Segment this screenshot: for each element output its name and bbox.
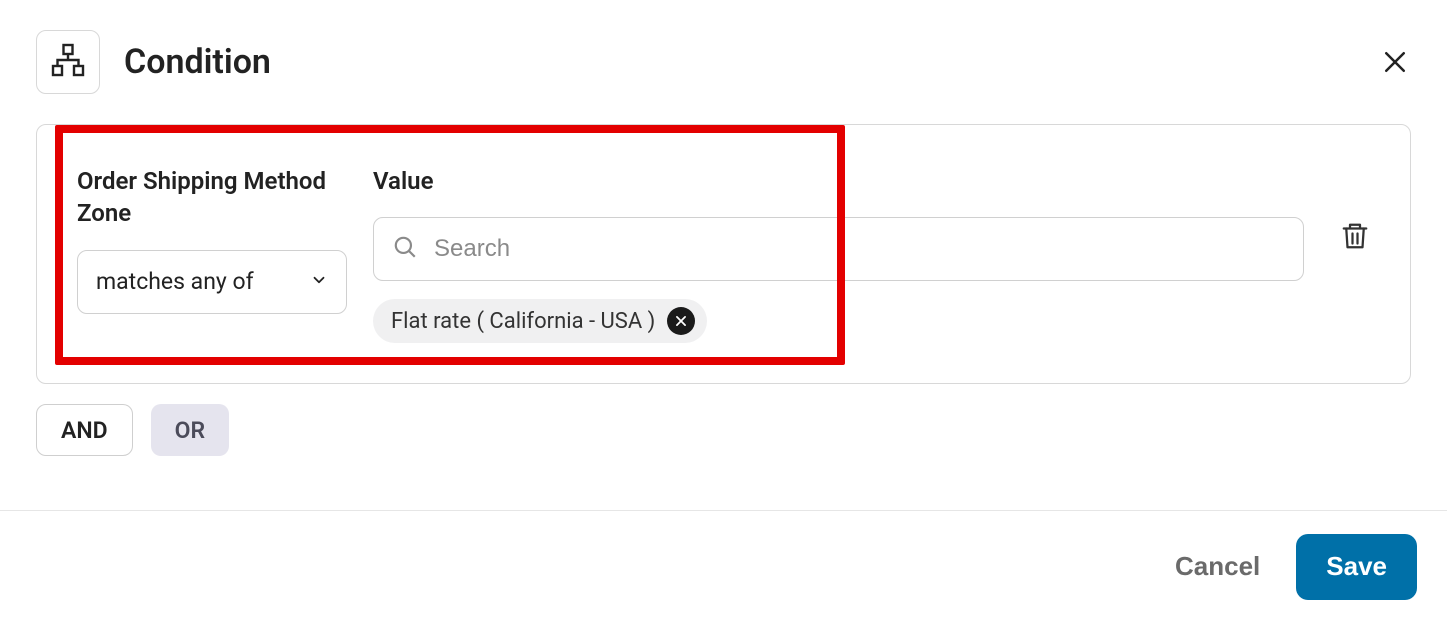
logic-or-label: OR <box>175 417 205 444</box>
cancel-button[interactable]: Cancel <box>1169 550 1266 583</box>
logic-or-button[interactable]: OR <box>151 404 229 456</box>
close-icon <box>674 309 688 334</box>
operator-selected-text: matches any of <box>96 268 254 295</box>
save-button[interactable]: Save <box>1296 534 1417 600</box>
dialog-footer: Cancel Save <box>0 510 1447 622</box>
chip-remove-button[interactable] <box>667 307 695 335</box>
value-chip-label: Flat rate ( California - USA ) <box>391 309 655 334</box>
dialog-body: Order Shipping Method Zone matches any o… <box>0 114 1447 510</box>
trash-icon <box>1340 236 1370 255</box>
logic-and-button[interactable]: AND <box>36 404 133 456</box>
dialog-header: Condition <box>0 0 1447 114</box>
field-column: Order Shipping Method Zone matches any o… <box>77 165 347 314</box>
cancel-label: Cancel <box>1175 551 1260 581</box>
condition-row: Order Shipping Method Zone matches any o… <box>36 124 1411 384</box>
value-search-box[interactable] <box>373 217 1304 281</box>
value-search-input[interactable] <box>432 218 1285 280</box>
logic-row: AND OR <box>36 404 1411 456</box>
delete-condition-button[interactable] <box>1340 221 1370 255</box>
logic-and-label: AND <box>61 417 108 444</box>
sitemap-icon <box>50 42 86 82</box>
close-icon <box>1380 47 1410 81</box>
chevron-down-icon <box>310 268 328 295</box>
condition-icon-box <box>36 30 100 94</box>
value-column: Value Flat rate ( California - USA ) <box>373 165 1304 343</box>
value-chip-row: Flat rate ( California - USA ) <box>373 299 1304 343</box>
dialog-title: Condition <box>124 42 271 82</box>
operator-select[interactable]: matches any of <box>77 250 347 314</box>
value-label: Value <box>373 165 1304 197</box>
close-button[interactable] <box>1379 48 1411 80</box>
save-label: Save <box>1326 551 1387 581</box>
value-chip: Flat rate ( California - USA ) <box>373 299 707 343</box>
condition-dialog: Condition Order Shipping Method Zone mat… <box>0 0 1447 622</box>
search-icon <box>392 234 418 264</box>
field-label: Order Shipping Method Zone <box>77 165 347 230</box>
delete-column <box>1330 165 1370 255</box>
